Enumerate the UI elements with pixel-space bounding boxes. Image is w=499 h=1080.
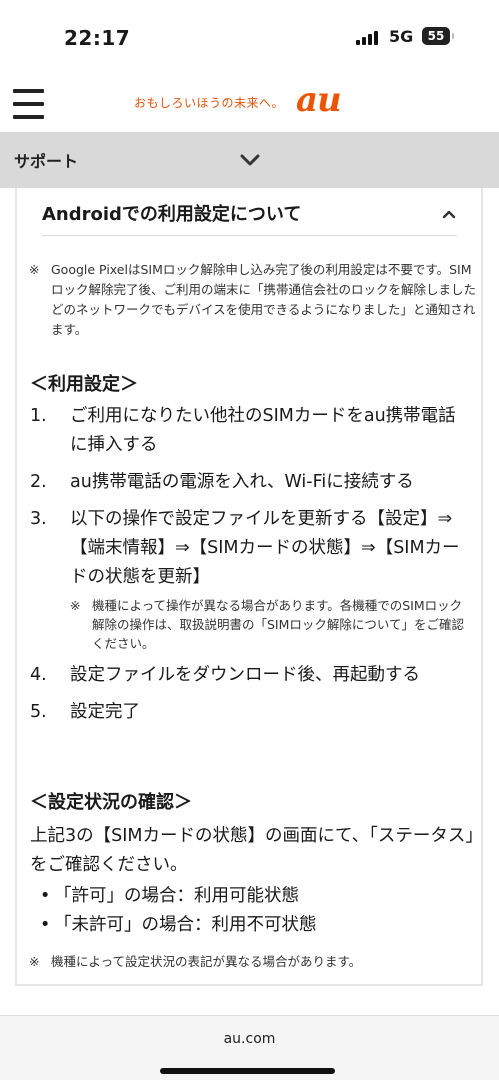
step3-note: ※ 機種によって操作が異なる場合があります。各機種でのSIMロック解除の操作は、… <box>70 596 470 653</box>
content-card: Androidでの利用設定について ※ Google PixelはSIMロック解… <box>15 188 483 986</box>
note-text: Google PixelはSIMロック解除申し込み完了後の利用設定は不要です。S… <box>51 262 477 337</box>
battery-icon: 55 <box>422 27 454 45</box>
step-text: ご利用になりたい他社のSIMカードをau携帯電話に挿入する <box>70 406 456 455</box>
step-number: 5. <box>30 702 47 722</box>
list-item: • 「許可」の場合：利用可能状態 <box>40 882 317 911</box>
au-logo[interactable]: au <box>296 80 342 120</box>
step-number: 4. <box>30 665 47 685</box>
status-note: ※ 機種によって設定状況の表記が異なる場合があります。 <box>29 952 479 972</box>
steps-list: 1. ご利用になりたい他社のSIMカードをau携帯電話に挿入する 2. au携帯… <box>30 402 470 735</box>
note-mark: ※ <box>29 262 40 277</box>
status-heading: ＜設定状況の確認＞ <box>30 792 192 813</box>
hamburger-icon[interactable] <box>13 87 44 121</box>
bullet-icon: • <box>40 886 51 906</box>
bullet-icon: • <box>40 915 51 935</box>
step-number: 3. <box>30 509 47 529</box>
step-text: 設定ファイルをダウンロード後、再起動する <box>70 665 420 685</box>
step-number: 2. <box>30 472 47 492</box>
support-bar[interactable]: サポート <box>0 132 499 188</box>
status-time: 22:17 <box>64 26 131 50</box>
chevron-up-icon[interactable] <box>441 204 457 223</box>
accordion-title: Androidでの利用設定について <box>42 204 302 225</box>
list-item: • 「未許可」の場合：利用不可状態 <box>40 911 317 940</box>
signal-icon <box>356 31 382 45</box>
usage-heading: ＜利用設定＞ <box>30 374 138 395</box>
list-item: 4. 設定ファイルをダウンロード後、再起動する <box>30 661 470 690</box>
note-mark: ※ <box>29 954 40 969</box>
status-bullets: • 「許可」の場合：利用可能状態 • 「未許可」の場合：利用不可状態 <box>40 882 317 940</box>
step-number: 1. <box>30 406 47 426</box>
site-header: おもしろいほうの未来へ。 au <box>0 75 499 132</box>
status-bar: 22:17 5G 55 <box>0 0 499 75</box>
url-label[interactable]: au.com <box>0 1031 499 1047</box>
network-label: 5G <box>389 27 414 46</box>
support-label: サポート <box>14 152 79 171</box>
status-text: 上記3の【SIMカードの状態】の画面にて、「ステータス」をご確認ください。 <box>30 826 475 875</box>
home-indicator[interactable] <box>160 1068 335 1074</box>
pixel-note: ※ Google PixelはSIMロック解除申し込み完了後の利用設定は不要です… <box>29 260 479 340</box>
note-text: 機種によって設定状況の表記が異なる場合があります。 <box>51 954 362 969</box>
tagline: おもしろいほうの未来へ。 <box>134 96 285 110</box>
bullet-text: 「許可」の場合：利用可能状態 <box>54 886 299 906</box>
step-text: 以下の操作で設定ファイルを更新する【設定】⇒【端末情報】⇒【SIMカードの状態】… <box>70 509 460 587</box>
chevron-down-icon[interactable] <box>239 152 261 171</box>
list-item: 1. ご利用になりたい他社のSIMカードをau携帯電話に挿入する <box>30 402 470 460</box>
list-item: 5. 設定完了 <box>30 698 470 727</box>
list-item: 3. 以下の操作で設定ファイルを更新する【設定】⇒【端末情報】⇒【SIMカードの… <box>30 505 470 653</box>
accordion-header[interactable]: Androidでの利用設定について <box>42 188 457 236</box>
list-item: 2. au携帯電話の電源を入れ、Wi-Fiに接続する <box>30 468 470 497</box>
step-text: au携帯電話の電源を入れ、Wi-Fiに接続する <box>70 472 414 492</box>
note-text: 機種によって操作が異なる場合があります。各機種でのSIMロック解除の操作は、取扱… <box>92 598 465 651</box>
note-mark: ※ <box>70 598 81 613</box>
browser-footer: au.com <box>0 1015 499 1080</box>
bullet-text: 「未許可」の場合：利用不可状態 <box>54 915 317 935</box>
step-text: 設定完了 <box>70 702 140 722</box>
